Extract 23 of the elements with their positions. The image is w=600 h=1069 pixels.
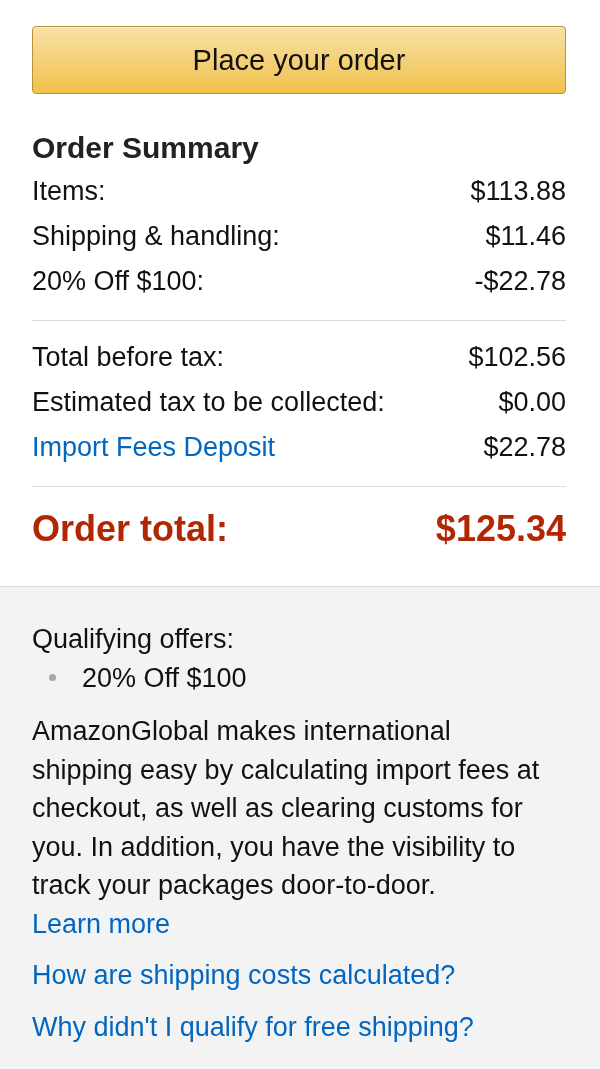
summary-label: Estimated tax to be collected: bbox=[32, 387, 385, 418]
import-fees-link[interactable]: Import Fees Deposit bbox=[32, 432, 276, 463]
order-summary-heading: Order Summary bbox=[32, 132, 260, 164]
summary-label: Total before tax: bbox=[32, 342, 225, 373]
summary-label: Items: bbox=[32, 176, 106, 207]
help-link[interactable]: Why didn't I qualify for free shipping? bbox=[32, 1007, 474, 1046]
summary-amount: $11.46 bbox=[485, 221, 566, 252]
offer-item: 20% Off $100 bbox=[82, 661, 247, 695]
summary-amount: $22.78 bbox=[483, 432, 566, 463]
summary-label: Shipping & handling: bbox=[32, 221, 280, 252]
summary-amount: -$22.78 bbox=[474, 266, 566, 297]
summary-amount: $113.88 bbox=[470, 176, 566, 207]
learn-more-link[interactable]: Learn more bbox=[32, 908, 171, 939]
order-total-amount: $125.34 bbox=[435, 508, 566, 550]
summary-label: 20% Off $100: bbox=[32, 266, 205, 297]
order-total-label: Order total: bbox=[32, 508, 228, 550]
qualifying-offers-heading: Qualifying offers: bbox=[32, 623, 236, 656]
summary-amount: $0.00 bbox=[498, 387, 566, 418]
help-link[interactable]: How are shipping costs calculated? bbox=[32, 956, 456, 995]
info-paragraph: AmazonGlobal makes international shipping easy by calculating import fees at checkout, as well as clearing customs for you. In addition, you have the visibility to track your packages door-to-door. Learn more bbox=[32, 715, 541, 941]
place-order-button[interactable]: Place your order bbox=[32, 26, 566, 94]
bullet-icon bbox=[49, 674, 56, 682]
summary-amount: $102.56 bbox=[468, 342, 566, 373]
